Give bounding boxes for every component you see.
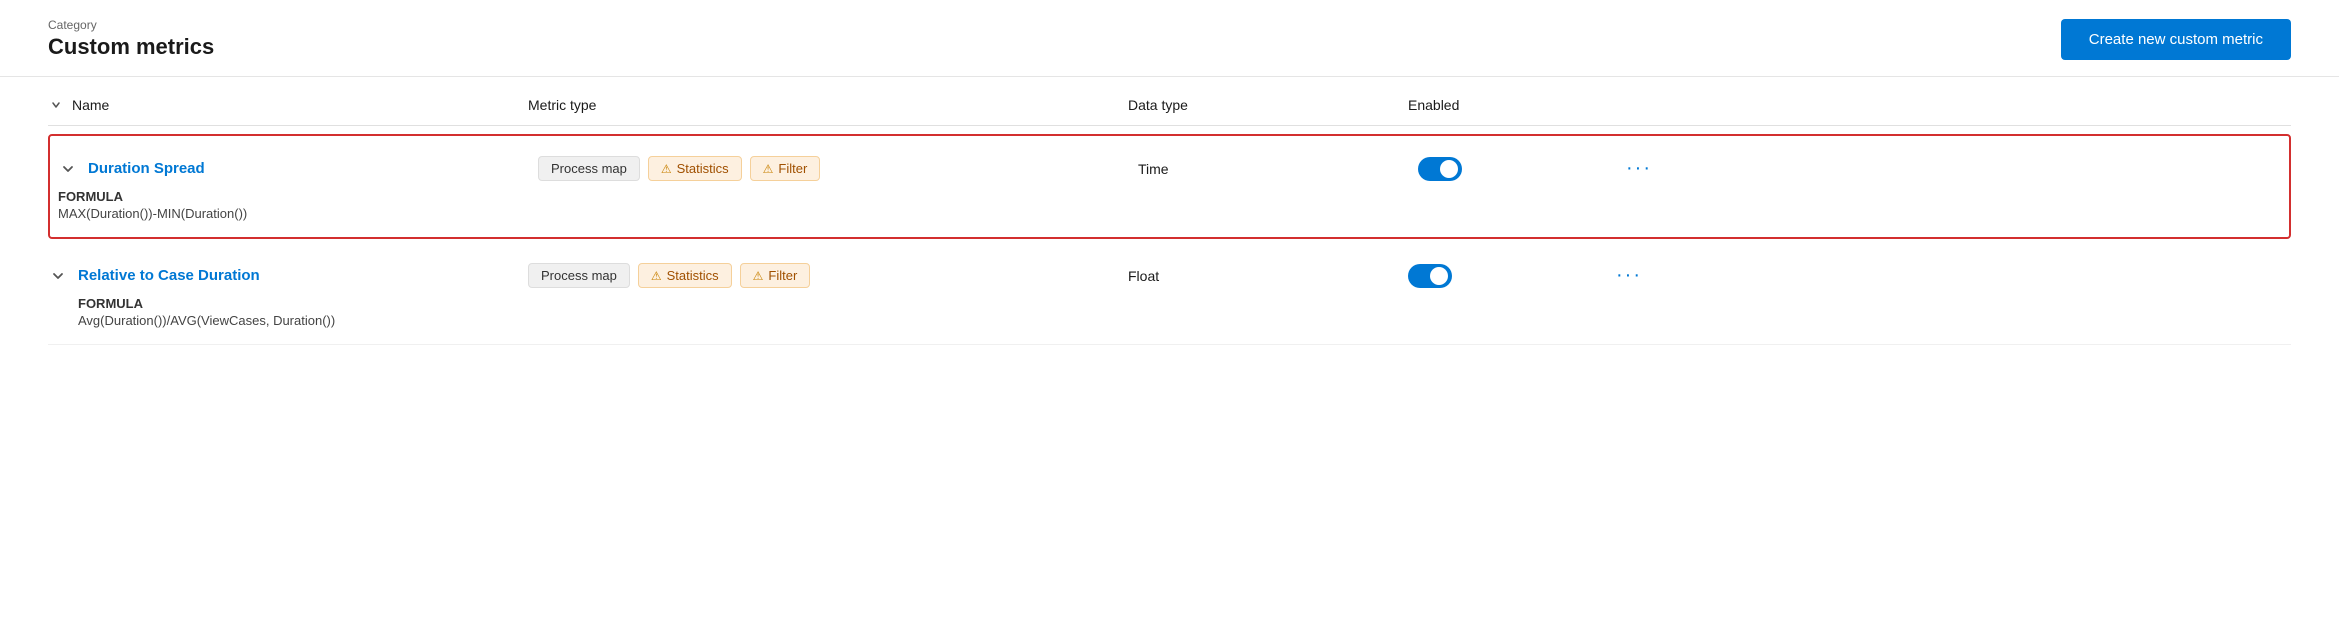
column-data-type-label: Data type xyxy=(1128,97,1188,113)
metric-name-relative-to-case-duration[interactable]: Relative to Case Duration xyxy=(78,267,260,284)
warning-icon-filter-row2: ⚠ xyxy=(753,269,764,283)
data-type-cell-row2: Float xyxy=(1128,268,1408,284)
badge-statistics-row2: ⚠ Statistics xyxy=(638,263,732,288)
main-content: Name Metric type Data type Enabled xyxy=(0,77,2339,633)
expand-all-icon[interactable] xyxy=(48,97,64,113)
table-header: Name Metric type Data type Enabled xyxy=(48,77,2291,126)
badge-filter-label-row1: Filter xyxy=(778,161,807,176)
toggle-row2[interactable] xyxy=(1408,264,1452,288)
row-main-relative-to-case-duration: Relative to Case Duration Process map ⚠ … xyxy=(48,247,2291,296)
metric-name-duration-spread[interactable]: Duration Spread xyxy=(88,160,205,177)
badge-filter-row1: ⚠ Filter xyxy=(750,156,821,181)
column-name-label: Name xyxy=(72,97,109,113)
name-cell-relative-to-case-duration: Relative to Case Duration xyxy=(48,266,528,286)
page-container: Category Custom metrics Create new custo… xyxy=(0,0,2339,633)
formula-label-row1: FORMULA xyxy=(58,189,2281,204)
category-label: Category xyxy=(48,18,214,32)
badge-process-map-row2: Process map xyxy=(528,263,630,288)
header-left: Category Custom metrics xyxy=(48,18,214,60)
enabled-cell-row2 xyxy=(1408,264,1608,288)
more-actions-row1[interactable]: ··· xyxy=(1618,157,2281,180)
column-header-name: Name xyxy=(48,97,528,113)
more-actions-row2[interactable]: ··· xyxy=(1608,264,2291,287)
more-icon-row1[interactable]: ··· xyxy=(1618,153,1660,183)
row-relative-to-case-duration: Relative to Case Duration Process map ⚠ … xyxy=(48,247,2291,345)
data-type-cell-row1: Time xyxy=(1138,161,1418,177)
formula-value-row1: MAX(Duration())-MIN(Duration()) xyxy=(58,206,2281,221)
badge-statistics-label-row1: Statistics xyxy=(677,161,729,176)
row-formula-row2: FORMULA Avg(Duration())/AVG(ViewCases, D… xyxy=(48,296,2291,344)
column-header-enabled: Enabled xyxy=(1408,97,1608,113)
warning-icon-filter-row1: ⚠ xyxy=(763,162,774,176)
badge-process-map-row1: Process map xyxy=(538,156,640,181)
column-enabled-label: Enabled xyxy=(1408,97,1459,113)
column-header-metric-type: Metric type xyxy=(528,97,1128,113)
more-icon-row2[interactable]: ··· xyxy=(1608,260,1650,290)
formula-value-row2: Avg(Duration())/AVG(ViewCases, Duration(… xyxy=(78,313,2291,328)
toggle-row1[interactable] xyxy=(1418,157,1462,181)
formula-label-row2: FORMULA xyxy=(78,296,2291,311)
badge-statistics-row1: ⚠ Statistics xyxy=(648,156,742,181)
chevron-down-icon-row1[interactable] xyxy=(58,159,78,179)
badge-process-map-label-row2: Process map xyxy=(541,268,617,283)
badge-statistics-label-row2: Statistics xyxy=(667,268,719,283)
warning-icon-statistics-row1: ⚠ xyxy=(661,162,672,176)
data-type-value-row1: Time xyxy=(1138,161,1169,177)
metric-type-cell-row2: Process map ⚠ Statistics ⚠ Filter xyxy=(528,263,1128,288)
enabled-cell-row1 xyxy=(1418,157,1618,181)
page-header: Category Custom metrics Create new custo… xyxy=(0,0,2339,77)
warning-icon-statistics-row2: ⚠ xyxy=(651,269,662,283)
row-formula-row1: FORMULA MAX(Duration())-MIN(Duration()) xyxy=(50,189,2289,237)
badge-filter-row2: ⚠ Filter xyxy=(740,263,811,288)
column-metric-type-label: Metric type xyxy=(528,97,596,113)
badge-process-map-label-row1: Process map xyxy=(551,161,627,176)
create-new-custom-metric-button[interactable]: Create new custom metric xyxy=(2061,19,2291,60)
badge-filter-label-row2: Filter xyxy=(768,268,797,283)
chevron-down-icon-row2[interactable] xyxy=(48,266,68,286)
page-title: Custom metrics xyxy=(48,34,214,60)
row-main-duration-spread: Duration Spread Process map ⚠ Statistics… xyxy=(50,136,2289,189)
row-duration-spread: Duration Spread Process map ⚠ Statistics… xyxy=(48,134,2291,239)
column-header-data-type: Data type xyxy=(1128,97,1408,113)
data-type-value-row2: Float xyxy=(1128,268,1159,284)
name-cell-duration-spread: Duration Spread xyxy=(58,159,538,179)
metric-type-cell-row1: Process map ⚠ Statistics ⚠ Filter xyxy=(538,156,1138,181)
